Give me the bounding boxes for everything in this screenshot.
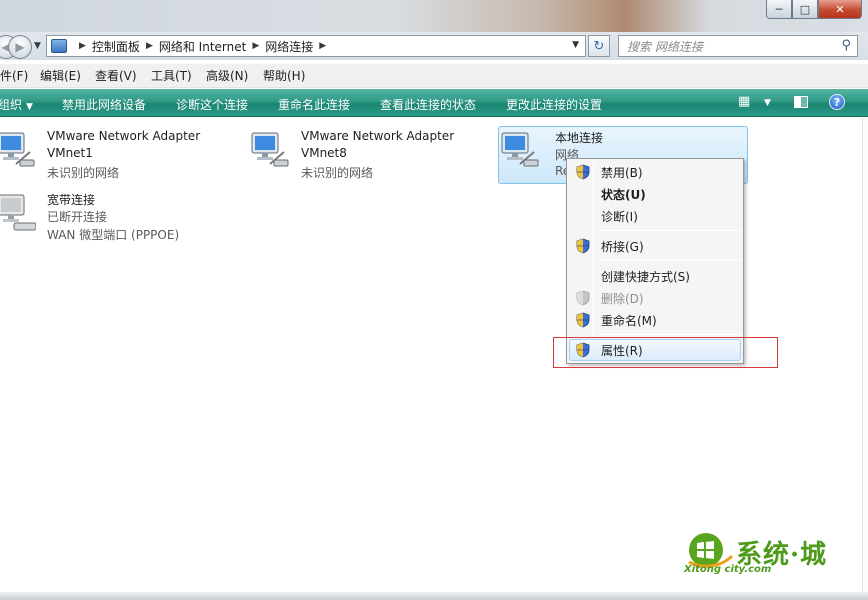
recent-pages-dropdown-icon[interactable]: ▼ <box>34 41 41 51</box>
menu-item-label: 桥接(G) <box>601 240 644 254</box>
change-view-icon[interactable]: ▦ <box>738 94 750 109</box>
help-icon[interactable]: ? <box>829 94 845 110</box>
view-status-button[interactable]: 查看此连接的状态 <box>380 96 476 113</box>
diagnose-connection-button[interactable]: 诊断这个连接 <box>176 96 248 113</box>
search-icon[interactable]: ⚲ <box>841 38 851 53</box>
menu-item-delete[interactable]: 删除(D) <box>569 287 741 309</box>
menu-item-label: 重命名(M) <box>601 314 657 328</box>
refresh-icon: ↻ <box>593 38 605 54</box>
connection-device: WAN 微型端口 (PPPOE) <box>47 228 180 242</box>
rename-connection-button[interactable]: 重命名此连接 <box>278 96 350 113</box>
menu-separator <box>599 230 741 231</box>
uac-shield-icon <box>576 238 590 254</box>
search-input[interactable]: 搜索 网络连接 ⚲ <box>618 35 858 57</box>
preview-pane-icon[interactable] <box>794 96 808 108</box>
disable-device-button[interactable]: 禁用此网络设备 <box>62 96 146 113</box>
connection-vmnet1[interactable]: VMware Network Adapter VMnet1 未识别的网络 <box>0 128 226 180</box>
close-button[interactable]: ✕ <box>818 0 862 19</box>
connection-broadband[interactable]: 宽带连接 已断开连接 WAN 微型端口 (PPPOE) <box>0 190 226 244</box>
connection-vmnet8[interactable]: VMware Network Adapter VMnet8 未识别的网络 <box>250 128 480 180</box>
breadcrumb-separator-icon[interactable]: ▶ <box>79 41 86 51</box>
uac-shield-icon <box>576 312 590 328</box>
window-right-border <box>862 118 868 592</box>
breadcrumb-separator-icon[interactable]: ▶ <box>319 41 326 51</box>
window-bottom-border <box>0 592 868 600</box>
organize-dropdown-icon: ▼ <box>26 102 33 112</box>
menu-item-bridge[interactable]: 桥接(G) <box>569 235 741 257</box>
menu-view[interactable]: 查看(V) <box>95 67 137 84</box>
network-adapter-icon <box>0 132 35 167</box>
watermark-subtext: Xitong city.com <box>684 564 772 575</box>
network-adapter-icon <box>251 132 289 167</box>
organize-button[interactable]: 组织 ▼ <box>0 96 33 113</box>
connection-name: VMware Network Adapter <box>47 129 201 143</box>
address-bar[interactable]: ▶ 控制面板 ▶ 网络和 Internet ▶ 网络连接 ▶ ▼ <box>46 35 586 57</box>
menu-item-label: 状态(U) <box>601 188 646 202</box>
network-adapter-icon <box>501 132 539 167</box>
breadcrumb-separator-icon[interactable]: ▶ <box>146 41 153 51</box>
menu-item-diagnose[interactable]: 诊断(I) <box>569 205 741 227</box>
connection-status: 未识别的网络 <box>47 166 120 180</box>
connection-status: 未识别的网络 <box>301 166 374 180</box>
command-bar: 组织 ▼ 禁用此网络设备 诊断这个连接 重命名此连接 查看此连接的状态 更改此连接… <box>0 89 868 117</box>
organize-label: 组织 <box>0 98 23 112</box>
menu-item-label: 诊断(I) <box>601 210 638 224</box>
uac-shield-disabled-icon <box>576 290 590 306</box>
menu-item-label: 删除(D) <box>601 292 644 306</box>
refresh-button[interactable]: ↻ <box>588 35 610 57</box>
annotation-highlight-box <box>553 337 778 368</box>
connection-name: 本地连接 <box>555 131 604 145</box>
navigation-bar: ◀ ▶ ▼ ▶ 控制面板 ▶ 网络和 Internet ▶ 网络连接 ▶ ▼ ↻… <box>0 32 868 60</box>
menu-item-label: 创建快捷方式(S) <box>601 270 690 284</box>
menu-tools[interactable]: 工具(T) <box>151 67 192 84</box>
menu-edit[interactable]: 编辑(E) <box>40 67 81 84</box>
menu-separator <box>599 334 741 335</box>
connection-name: 宽带连接 <box>47 193 96 207</box>
menu-item-rename[interactable]: 重命名(M) <box>569 309 741 331</box>
breadcrumb-separator-icon[interactable]: ▶ <box>252 41 259 51</box>
connection-device: VMnet8 <box>301 146 347 160</box>
address-dropdown-icon[interactable]: ▼ <box>572 40 579 50</box>
menu-file[interactable]: 件(F) <box>0 67 28 84</box>
forward-arrow-icon: ▶ <box>15 40 25 54</box>
menu-item-status[interactable]: 状态(U) <box>569 183 741 205</box>
forward-button[interactable]: ▶ <box>8 35 32 59</box>
breadcrumb-control-panel[interactable]: 控制面板 <box>92 38 140 55</box>
uac-shield-icon <box>576 164 590 180</box>
window-titlebar <box>0 0 868 32</box>
menu-separator <box>599 260 741 261</box>
search-placeholder: 搜索 网络连接 <box>627 39 703 54</box>
menu-help[interactable]: 帮助(H) <box>263 67 305 84</box>
connection-device: VMnet1 <box>47 146 93 160</box>
minimize-button[interactable]: ─ <box>766 0 792 19</box>
control-panel-icon <box>51 39 67 53</box>
breadcrumb-network-internet[interactable]: 网络和 Internet <box>159 38 246 55</box>
breadcrumb-network-connections[interactable]: 网络连接 <box>265 38 313 55</box>
watermark-logo: 系统·城 Xitong city.com <box>684 530 834 578</box>
menu-advanced[interactable]: 高级(N) <box>206 67 248 84</box>
change-settings-button[interactable]: 更改此连接的设置 <box>506 96 602 113</box>
context-menu: 禁用(B) 状态(U) 诊断(I) 桥接(G) 创建快捷方式(S) 删除(D) … <box>566 158 744 364</box>
connection-status: 已断开连接 <box>47 210 108 224</box>
caption-buttons: ─ □ ✕ <box>766 0 862 20</box>
menu-item-disable[interactable]: 禁用(B) <box>569 161 741 183</box>
broadband-connection-icon <box>0 194 36 231</box>
connection-name: VMware Network Adapter <box>301 129 455 143</box>
menu-item-create-shortcut[interactable]: 创建快捷方式(S) <box>569 265 741 287</box>
maximize-button[interactable]: □ <box>792 0 818 19</box>
menu-bar: 件(F) 编辑(E) 查看(V) 工具(T) 高级(N) 帮助(H) <box>0 64 868 88</box>
view-dropdown-icon[interactable]: ▼ <box>764 98 771 108</box>
menu-item-label: 禁用(B) <box>601 166 643 180</box>
